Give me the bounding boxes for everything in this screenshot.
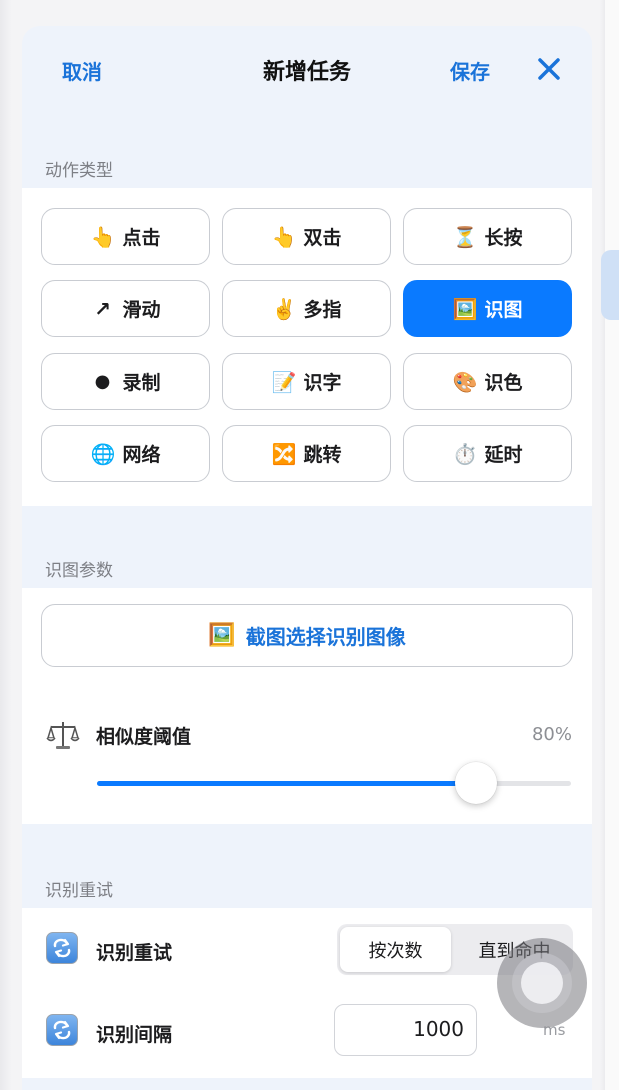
capture-image-button[interactable]: 🖼️ 截图选择识别图像 — [41, 604, 573, 667]
retry-option-by-count[interactable]: 按次数 — [340, 927, 451, 972]
retry-interval-label: 识别间隔 — [96, 1024, 173, 1046]
memo-icon: 📝 — [271, 369, 297, 394]
pointing-hand-icon: 👆 — [271, 224, 297, 249]
action-button-tap[interactable]: 👆 点击 — [41, 208, 210, 265]
similarity-slider-track[interactable] — [97, 781, 571, 786]
action-label: 录制 — [122, 372, 161, 394]
action-button-delay[interactable]: ⏱️ 延时 — [403, 425, 572, 482]
new-task-sheet: 取消 新增任务 保存 动作类型 👆 点击 👆 双击 ⏳ 长按 ↗ 滑动 ✌️ 多… — [22, 26, 592, 1090]
save-button[interactable]: 保存 — [450, 56, 490, 85]
action-type-panel: 👆 点击 👆 双击 ⏳ 长按 ↗ 滑动 ✌️ 多指 🖼️ 识图 ● 录制 📝 识… — [22, 188, 592, 506]
action-label: 长按 — [484, 227, 523, 249]
palette-icon: 🎨 — [452, 369, 478, 394]
arrow-up-right-icon: ↗ — [94, 296, 111, 321]
picture-icon: 🖼️ — [452, 296, 478, 321]
victory-hand-icon: ✌️ — [271, 296, 297, 321]
picture-icon: 🖼️ — [208, 623, 236, 648]
stopwatch-icon: ⏱️ — [452, 441, 478, 466]
action-label: 多指 — [303, 299, 342, 321]
sheet-title: 新增任务 — [262, 60, 351, 85]
action-label: 识色 — [484, 372, 523, 394]
action-button-image-recognition[interactable]: 🖼️ 识图 — [403, 280, 572, 337]
similarity-threshold-value: 80% — [531, 724, 572, 745]
action-button-jump[interactable]: 🔀 跳转 — [222, 425, 391, 482]
background-app-edge — [605, 0, 619, 1090]
repeat-icon — [46, 1014, 78, 1046]
pointing-hand-icon: 👆 — [90, 224, 116, 249]
action-type-section-label: 动作类型 — [45, 161, 113, 181]
similarity-slider-fill — [97, 781, 477, 786]
action-button-multi-finger[interactable]: ✌️ 多指 — [222, 280, 391, 337]
action-label: 网络 — [122, 444, 161, 466]
action-label: 跳转 — [303, 444, 342, 466]
action-button-swipe[interactable]: ↗ 滑动 — [41, 280, 210, 337]
action-button-text-recognition[interactable]: 📝 识字 — [222, 353, 391, 410]
close-button[interactable] — [536, 56, 562, 82]
sheet-header: 取消 新增任务 保存 — [22, 26, 592, 112]
scale-icon — [46, 718, 80, 756]
action-button-long-press[interactable]: ⏳ 长按 — [403, 208, 572, 265]
repeat-icon — [46, 932, 78, 964]
capture-image-label: 截图选择识别图像 — [245, 625, 406, 649]
image-params-section-label: 识图参数 — [45, 561, 113, 581]
action-button-double-tap[interactable]: 👆 双击 — [222, 208, 391, 265]
action-label: 识字 — [303, 372, 342, 394]
retry-section-label: 识别重试 — [45, 881, 113, 901]
similarity-threshold-label: 相似度阈值 — [96, 726, 192, 748]
action-label: 双击 — [303, 227, 342, 249]
retry-interval-input[interactable]: 1000 — [334, 1004, 477, 1056]
record-dot-icon: ● — [94, 371, 111, 392]
hourglass-icon: ⏳ — [452, 224, 478, 249]
globe-icon: 🌐 — [90, 441, 116, 466]
shuffle-icon: 🔀 — [271, 441, 297, 466]
action-label: 点击 — [122, 227, 161, 249]
action-button-record[interactable]: ● 录制 — [41, 353, 210, 410]
action-button-color-recognition[interactable]: 🎨 识色 — [403, 353, 572, 410]
close-icon — [538, 58, 560, 80]
background-app-accent — [601, 250, 619, 320]
action-button-network[interactable]: 🌐 网络 — [41, 425, 210, 482]
assistive-touch-core — [521, 962, 563, 1004]
retry-mode-label: 识别重试 — [96, 942, 173, 964]
action-label: 滑动 — [122, 299, 161, 321]
action-label: 延时 — [484, 444, 523, 466]
action-label: 识图 — [484, 299, 523, 321]
assistive-touch-button[interactable] — [497, 938, 587, 1028]
image-params-panel: 🖼️ 截图选择识别图像 相似度阈值 80% — [22, 588, 592, 824]
similarity-slider-thumb[interactable] — [455, 762, 498, 804]
